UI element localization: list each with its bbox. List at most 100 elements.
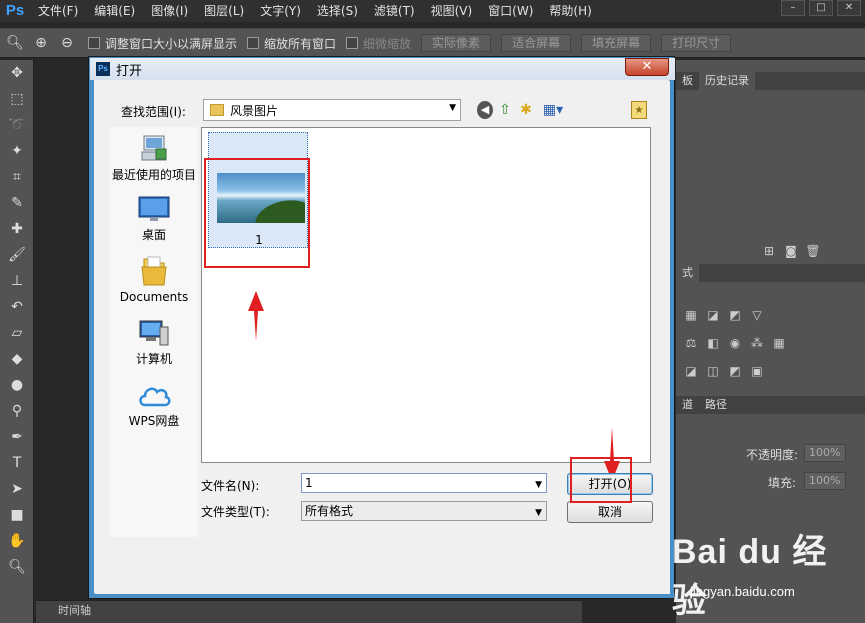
brush-tool-icon[interactable]: 🖌︎ bbox=[0, 242, 34, 268]
place-documents[interactable]: Documents bbox=[110, 255, 198, 304]
gradient-icon[interactable]: ▽ bbox=[746, 308, 768, 322]
selective-color-icon[interactable]: ▣ bbox=[746, 364, 768, 378]
place-computer[interactable]: 计算机 bbox=[110, 319, 198, 367]
color-balance-icon[interactable]: ⚖ bbox=[680, 336, 702, 350]
file-type-select[interactable]: 所有格式 ▼ bbox=[301, 501, 547, 521]
zoom-out-icon[interactable]: ⊖ bbox=[56, 32, 78, 54]
places-bar: 最近使用的项目 桌面 Documents 计算机 WPS网盘 bbox=[110, 127, 198, 537]
fill-screen-button[interactable]: 填充屏幕 bbox=[581, 34, 652, 52]
move-tool-icon[interactable]: ✥ bbox=[0, 60, 34, 86]
clone-stamp-tool-icon[interactable]: ⊥ bbox=[0, 268, 34, 294]
chevron-down-icon[interactable]: ▼ bbox=[535, 476, 542, 494]
zoom-tool-icon[interactable]: 🔍︎ bbox=[0, 554, 34, 580]
posterize-icon[interactable]: ◫ bbox=[702, 364, 724, 378]
checkbox-box[interactable] bbox=[247, 37, 260, 49]
file-list[interactable]: 1 bbox=[201, 127, 651, 463]
resize-windows-checkbox[interactable]: 调整窗口大小以满屏显示 bbox=[88, 35, 237, 52]
adjustment-icons-row-2: ⚖ ◧ ◉ ⁂ ▦ bbox=[680, 336, 790, 350]
zoom-all-checkbox[interactable]: 缩放所有窗口 bbox=[247, 35, 336, 52]
magic-wand-tool-icon[interactable]: ✦ bbox=[0, 138, 34, 164]
type-tool-icon[interactable]: T bbox=[0, 450, 34, 476]
up-folder-icon[interactable]: ⇧ bbox=[497, 101, 513, 119]
minimize-icon[interactable]: – bbox=[781, 0, 805, 16]
fit-screen-button[interactable]: 适合屏幕 bbox=[501, 34, 572, 52]
curves-icon[interactable]: ◪ bbox=[702, 308, 724, 322]
view-menu-icon[interactable]: ▦▾ bbox=[539, 101, 567, 119]
dodge-tool-icon[interactable]: ⚲ bbox=[0, 398, 34, 424]
checkbox-box[interactable] bbox=[88, 37, 100, 49]
zoom-all-label: 缩放所有窗口 bbox=[264, 36, 337, 51]
marquee-tool-icon[interactable]: ⬚ bbox=[0, 86, 34, 112]
lasso-tool-icon[interactable]: ➰ bbox=[0, 112, 34, 138]
place-wps-cloud[interactable]: WPS网盘 bbox=[110, 381, 198, 429]
zoom-tool-icon[interactable]: 🔍︎ bbox=[4, 32, 26, 54]
color-lookup-icon[interactable]: ▦ bbox=[768, 336, 790, 350]
history-panel-tabs: 板 历史记录 bbox=[676, 72, 865, 90]
history-brush-tool-icon[interactable]: ↶ bbox=[0, 294, 34, 320]
dialog-title-bar[interactable]: Ps 打开 ✕ bbox=[90, 58, 675, 80]
menu-type[interactable]: 文字(Y) bbox=[252, 0, 309, 22]
eyedropper-tool-icon[interactable]: ✎ bbox=[0, 190, 34, 216]
menu-filter[interactable]: 滤镜(T) bbox=[366, 0, 423, 22]
zoom-in-icon[interactable]: ⊕ bbox=[30, 32, 52, 54]
chevron-down-icon[interactable]: ▼ bbox=[535, 504, 542, 522]
path-selection-tool-icon[interactable]: ➤ bbox=[0, 476, 34, 502]
healing-brush-tool-icon[interactable]: ✚ bbox=[0, 216, 34, 242]
paint-bucket-tool-icon[interactable]: ◆ bbox=[0, 346, 34, 372]
dialog-close-button[interactable]: ✕ bbox=[625, 58, 669, 76]
blur-tool-icon[interactable]: ● bbox=[0, 372, 34, 398]
menu-edit[interactable]: 编辑(E) bbox=[86, 0, 143, 22]
tab-adjustments-partial[interactable]: 板 bbox=[676, 72, 699, 90]
trash-icon[interactable]: 🗑︎ bbox=[802, 244, 824, 258]
look-in-dropdown[interactable]: 风景图片 ▼ bbox=[203, 99, 461, 121]
options-bar: 🔍︎ ⊕ ⊖ 调整窗口大小以满屏显示 缩放所有窗口 细微缩放 实际像素 适合屏幕… bbox=[0, 28, 865, 58]
file-type-value: 所有格式 bbox=[305, 504, 354, 518]
cancel-button[interactable]: 取消 bbox=[567, 501, 653, 523]
menu-bar: Ps 文件(F) 编辑(E) 图像(I) 图层(L) 文字(Y) 选择(S) 滤… bbox=[0, 0, 865, 22]
tab-styles-partial[interactable]: 式 bbox=[676, 264, 699, 282]
place-desktop[interactable]: 桌面 bbox=[110, 195, 198, 243]
menu-window[interactable]: 窗口(W) bbox=[480, 0, 541, 22]
bw-icon[interactable]: ◧ bbox=[702, 336, 724, 350]
place-recent[interactable]: 最近使用的项目 bbox=[110, 133, 198, 183]
timeline-tab[interactable]: 时间轴 bbox=[58, 604, 91, 617]
opacity-input[interactable]: 100% bbox=[804, 444, 846, 462]
rectangle-tool-icon[interactable]: ■ bbox=[0, 502, 34, 528]
hand-tool-icon[interactable]: ✋ bbox=[0, 528, 34, 554]
menu-help[interactable]: 帮助(H) bbox=[541, 0, 599, 22]
menu-select[interactable]: 选择(S) bbox=[309, 0, 366, 22]
new-document-icon[interactable]: ⊞ bbox=[758, 244, 780, 258]
exposure-icon[interactable]: ◩ bbox=[724, 308, 746, 322]
look-in-label: 查找范围(I): bbox=[121, 105, 186, 119]
fill-input[interactable]: 100% bbox=[804, 472, 846, 490]
checkbox-box[interactable] bbox=[346, 37, 359, 49]
pen-tool-icon[interactable]: ✒ bbox=[0, 424, 34, 450]
file-name-label: 文件名(N): bbox=[201, 479, 260, 493]
adjustment-icons-row-1: ▦ ◪ ◩ ▽ bbox=[680, 308, 768, 322]
menu-layer[interactable]: 图层(L) bbox=[196, 0, 252, 22]
levels-icon[interactable]: ▦ bbox=[680, 308, 702, 322]
tab-paths[interactable]: 路径 bbox=[699, 396, 733, 414]
crop-tool-icon[interactable]: ⌗ bbox=[0, 164, 34, 190]
tab-channels-partial[interactable]: 道 bbox=[676, 396, 699, 414]
eraser-tool-icon[interactable]: ▱ bbox=[0, 320, 34, 346]
menu-file[interactable]: 文件(F) bbox=[30, 0, 86, 22]
channel-mixer-icon[interactable]: ⁂ bbox=[746, 336, 768, 350]
new-folder-icon[interactable]: ✱ bbox=[517, 101, 535, 119]
menu-image[interactable]: 图像(I) bbox=[143, 0, 196, 22]
camera-icon[interactable]: ◙ bbox=[780, 244, 802, 258]
favorites-icon[interactable]: ★ bbox=[631, 101, 647, 119]
file-name-input[interactable]: 1 ▼ bbox=[301, 473, 547, 493]
actual-pixels-button[interactable]: 实际像素 bbox=[421, 34, 492, 52]
close-window-icon[interactable]: ✕ bbox=[837, 0, 861, 16]
photo-filter-icon[interactable]: ◉ bbox=[724, 336, 746, 350]
maximize-icon[interactable]: □ bbox=[809, 0, 833, 16]
menu-view[interactable]: 视图(V) bbox=[423, 0, 481, 22]
print-size-button[interactable]: 打印尺寸 bbox=[661, 34, 732, 52]
scrubby-zoom-checkbox[interactable]: 细微缩放 bbox=[346, 35, 411, 52]
threshold-icon[interactable]: ◩ bbox=[724, 364, 746, 378]
baidu-watermark: Bai du 经验 jingyan.baidu.com bbox=[672, 524, 862, 620]
back-icon[interactable]: ◀ bbox=[477, 101, 493, 119]
tab-history[interactable]: 历史记录 bbox=[699, 72, 755, 90]
invert-icon[interactable]: ◪ bbox=[680, 364, 702, 378]
